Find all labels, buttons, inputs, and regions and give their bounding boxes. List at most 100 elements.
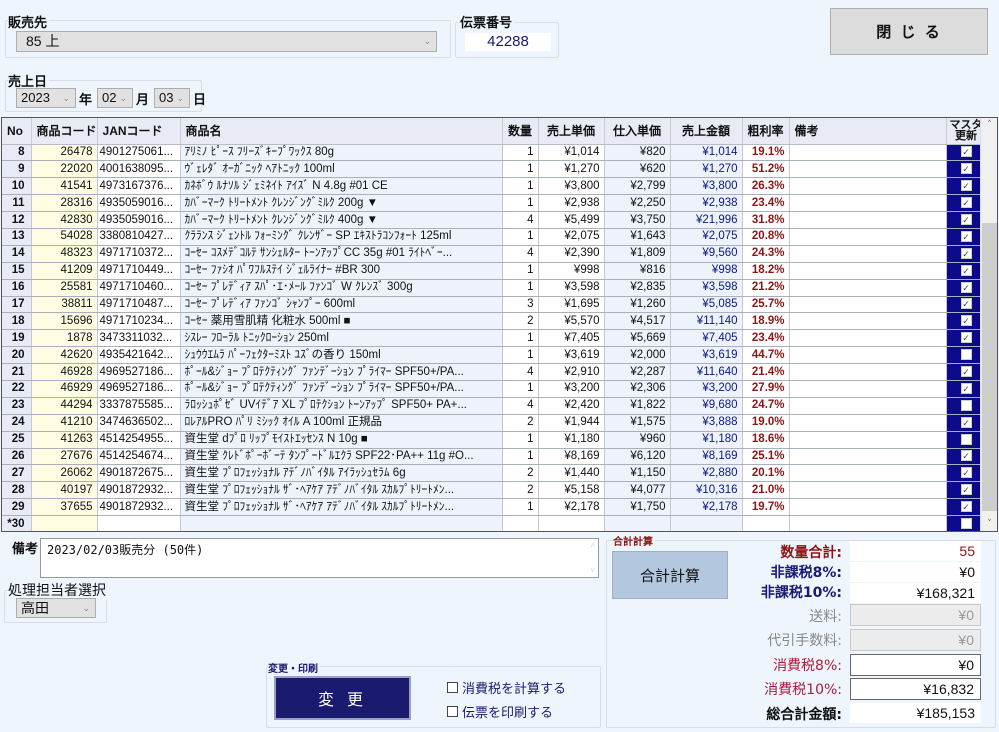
cost-price-cell[interactable]: ¥1,822: [604, 397, 671, 415]
sale-price-cell[interactable]: ¥5,499: [538, 211, 605, 229]
product-code-cell[interactable]: 41210: [31, 414, 98, 432]
gross-margin-cell[interactable]: 24.7%: [742, 397, 790, 415]
cost-price-cell[interactable]: ¥1,643: [604, 228, 671, 246]
jan-code-cell[interactable]: 4935059016...: [97, 211, 181, 229]
note-cell[interactable]: [789, 160, 947, 179]
jan-code-cell[interactable]: 4971710449...: [97, 262, 181, 280]
checkbox-icon[interactable]: [447, 682, 458, 693]
note-cell[interactable]: [789, 414, 947, 432]
quantity-cell[interactable]: 4: [502, 211, 539, 229]
memo-scroll-up-icon[interactable]: ˄: [590, 541, 595, 550]
col-header-qty[interactable]: 数量: [502, 118, 539, 145]
note-cell[interactable]: [789, 329, 947, 348]
cost-price-cell[interactable]: ¥620: [604, 160, 671, 179]
jan-code-cell[interactable]: 4935421642...: [97, 346, 181, 365]
note-cell[interactable]: [789, 194, 947, 213]
product-code-cell[interactable]: 42830: [31, 211, 98, 229]
note-cell[interactable]: [789, 346, 947, 365]
table-row[interactable]: 20 42620 4935421642... ｼｭｳｳｴﾑﾗ ﾊﾟｰﾌｪｸﾀｰﾐｽﾄ …: [2, 346, 987, 365]
jan-code-cell[interactable]: 3380810427...: [97, 228, 181, 246]
gross-margin-cell[interactable]: 19.0%: [742, 414, 790, 432]
checkbox-checked-icon[interactable]: ✓: [960, 230, 972, 242]
product-name-cell[interactable]: ｼｽﾚｰ ﾌﾛｰﾗﾙ ﾄﾆｯｸﾛｰｼｮﾝ 250ml: [180, 329, 503, 348]
sale-amount-cell[interactable]: ¥1,180: [670, 431, 743, 449]
product-name-cell[interactable]: ｺｰｾｰ ｺｽﾒﾃﾞｺﾙﾃ ｻﾝｼｪﾙﾀｰ ﾄｰﾝｱｯﾌﾟCC 35g #01 …: [180, 245, 503, 263]
product-code-cell[interactable]: 41541: [31, 177, 98, 196]
sale-price-cell[interactable]: ¥1,440: [538, 464, 605, 483]
product-code-cell[interactable]: 26062: [31, 464, 98, 483]
row-number-cell[interactable]: 19: [2, 329, 32, 348]
note-cell[interactable]: [789, 515, 947, 531]
sale-price-cell[interactable]: ¥8,169: [538, 448, 605, 466]
checkbox-checked-icon[interactable]: ✓: [960, 180, 972, 192]
sale-amount-cell[interactable]: ¥10,316: [670, 481, 743, 500]
product-code-cell[interactable]: 46928: [31, 363, 98, 381]
jan-code-cell[interactable]: 4514254674...: [97, 448, 181, 466]
sale-amount-cell[interactable]: ¥3,200: [670, 380, 743, 398]
product-name-cell[interactable]: ｺｰｾｰ ﾌﾟﾚﾃﾞｨｱ ﾌｧﾝｺﾞ ｼｬﾝﾌﾟｰ 600ml: [180, 296, 503, 314]
sale-amount-cell[interactable]: ¥11,140: [670, 312, 743, 331]
gross-margin-cell[interactable]: 25.1%: [742, 448, 790, 466]
quantity-cell[interactable]: 1: [502, 144, 539, 162]
jan-code-cell[interactable]: 4514254955...: [97, 431, 181, 449]
product-name-cell[interactable]: ﾎﾟｰﾙ&ｼﾞｮｰ ﾌﾟﾛﾃｸﾃｨﾝｸﾞ ﾌｧﾝﾃﾞｰｼｮﾝ ﾌﾟﾗｲﾏｰ SP…: [180, 363, 503, 381]
quantity-cell[interactable]: [502, 515, 539, 531]
product-name-cell[interactable]: ﾛﾚｱﾙPRO ﾊﾟﾘ ﾐｼｯｸ ｵｲﾙ A 100ml 正規品: [180, 414, 503, 432]
gross-margin-cell[interactable]: 21.0%: [742, 481, 790, 500]
row-number-cell[interactable]: 25: [2, 431, 32, 449]
quantity-cell[interactable]: 1: [502, 160, 539, 179]
quantity-cell[interactable]: 1: [502, 329, 539, 348]
product-code-cell[interactable]: 26478: [31, 144, 98, 162]
product-code-cell[interactable]: 41209: [31, 262, 98, 280]
product-name-cell[interactable]: [180, 515, 503, 531]
col-header-code[interactable]: 商品コード: [31, 118, 98, 145]
cost-price-cell[interactable]: ¥820: [604, 144, 671, 162]
sale-price-cell[interactable]: ¥2,938: [538, 194, 605, 213]
product-name-cell[interactable]: ｱﾘﾐﾉ ﾋﾟｰｽ ﾌﾘｰｽﾞｷｰﾌﾟﾜｯｸｽ 80g: [180, 144, 503, 162]
checkbox-unchecked-icon[interactable]: [960, 349, 972, 361]
row-number-cell[interactable]: 23: [2, 397, 32, 415]
table-row[interactable]: 24 41210 3474636502... ﾛﾚｱﾙPRO ﾊﾟﾘ ﾐｼｯｸ ｵｲﾙ…: [2, 414, 987, 432]
checkbox-checked-icon[interactable]: ✓: [960, 298, 972, 310]
col-header-cost[interactable]: 仕入単価: [604, 118, 671, 145]
quantity-cell[interactable]: 1: [502, 346, 539, 365]
note-cell[interactable]: [789, 397, 947, 415]
product-name-cell[interactable]: 資生堂 ﾌﾟﾛﾌｪｯｼｮﾅﾙ ｱﾃﾞﾉﾊﾞｲﾀﾙ ｱｲﾗｯｼｭｾﾗﾑ 6g: [180, 464, 503, 483]
product-code-cell[interactable]: 27676: [31, 448, 98, 466]
sale-amount-cell[interactable]: ¥3,888: [670, 414, 743, 432]
cost-price-cell[interactable]: ¥5,669: [604, 329, 671, 348]
sale-amount-cell[interactable]: ¥3,800: [670, 177, 743, 196]
product-name-cell[interactable]: ｺｰｾｰ ﾌﾟﾚﾃﾞｨｱ ｽﾊﾟ･ｴ･ﾒｰﾙ ﾌｧﾝｺﾞ W ｸﾚﾝｽﾞ 300…: [180, 279, 503, 297]
checkbox-unchecked-icon[interactable]: [960, 433, 972, 445]
checkbox-unchecked-icon[interactable]: [960, 399, 972, 411]
quantity-cell[interactable]: 2: [502, 312, 539, 331]
row-number-cell[interactable]: 29: [2, 498, 32, 517]
jan-code-cell[interactable]: 4901872932...: [97, 481, 181, 500]
product-name-cell[interactable]: 資生堂 ﾌﾟﾛﾌｪｯｼｮﾅﾙ ｻﾞ･ﾍｱｹｱ ｱﾃﾞﾉﾊﾞｲﾀﾙ ｽｶﾙﾌﾟﾄﾘ…: [180, 481, 503, 500]
sale-price-cell[interactable]: ¥3,598: [538, 279, 605, 297]
cost-price-cell[interactable]: ¥816: [604, 262, 671, 280]
table-row[interactable]: 17 38811 4971710487... ｺｰｾｰ ﾌﾟﾚﾃﾞｨｱ ﾌｧﾝｺﾞ ｼ…: [2, 296, 987, 314]
gross-margin-cell[interactable]: 18.2%: [742, 262, 790, 280]
row-number-cell[interactable]: 11: [2, 194, 32, 213]
product-code-cell[interactable]: 28316: [31, 194, 98, 213]
row-number-cell[interactable]: 14: [2, 245, 32, 263]
gross-margin-cell[interactable]: 25.7%: [742, 296, 790, 314]
checkbox-checked-icon[interactable]: ✓: [960, 382, 972, 394]
jan-code-cell[interactable]: 4901872932...: [97, 498, 181, 517]
cost-price-cell[interactable]: ¥1,575: [604, 414, 671, 432]
sale-price-cell[interactable]: ¥1,695: [538, 296, 605, 314]
product-name-cell[interactable]: ｳﾞｪﾚﾀﾞ ｵｰｶﾞﾆｯｸ ﾍｱﾄﾆｯｸ 100ml: [180, 160, 503, 179]
sale-price-cell[interactable]: ¥1,270: [538, 160, 605, 179]
cost-price-cell[interactable]: ¥1,150: [604, 464, 671, 483]
quantity-cell[interactable]: 4: [502, 363, 539, 381]
row-number-cell[interactable]: 17: [2, 296, 32, 314]
table-row[interactable]: 28 40197 4901872932... 資生堂 ﾌﾟﾛﾌｪｯｼｮﾅﾙ ｻﾞ･ﾍｱ…: [2, 481, 987, 500]
gross-margin-cell[interactable]: 21.2%: [742, 279, 790, 297]
quantity-cell[interactable]: 3: [502, 296, 539, 314]
row-number-cell[interactable]: 9: [2, 160, 32, 179]
gross-margin-cell[interactable]: 21.4%: [742, 363, 790, 381]
slip-number-field[interactable]: 42288: [465, 33, 551, 51]
sale-amount-cell[interactable]: ¥998: [670, 262, 743, 280]
table-row[interactable]: 10 41541 4973167376... ｶﾈﾎﾞｳ ﾙﾅｿﾙ ｼﾞｪﾐﾈｲﾄ ｱ…: [2, 177, 987, 196]
